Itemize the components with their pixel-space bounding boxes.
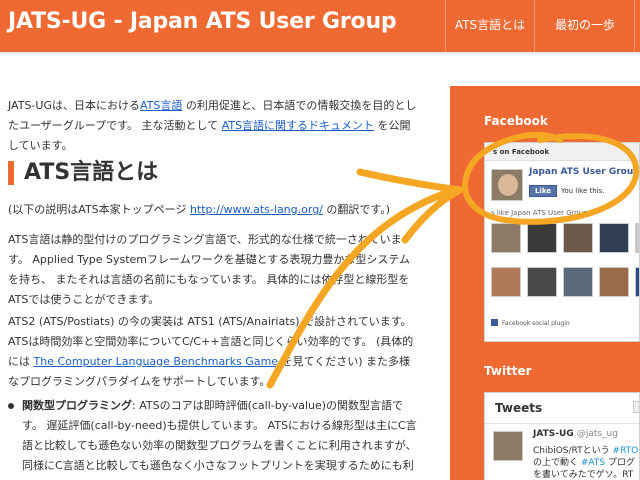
facebook-like-button[interactable]: Like: [529, 185, 557, 197]
facebook-icon: [491, 319, 498, 326]
benchmarks-game-link[interactable]: The Computer Language Benchmarks Game: [34, 355, 279, 368]
facebook-like-box: s on Facebook Japan ATS User Group Like …: [484, 142, 640, 342]
bullet-title: 関数型プログラミング: [22, 399, 132, 412]
bullet-icon: [8, 403, 14, 409]
intro-text: JATS-UGは、日本における: [8, 99, 140, 112]
facebook-heading: Facebook: [484, 114, 548, 128]
ats-lang-org-link[interactable]: http://www.ats-lang.org/: [190, 203, 323, 216]
sidebar: Facebook s on Facebook Japan ATS User Gr…: [450, 86, 640, 480]
main-content: JATS-UGは、日本におけるATS言語 の利用促進と、日本語での情報交換を目的…: [0, 56, 440, 480]
twitter-timeline: Tweets JATS-UG @jats_ug ChibiOS/RTという #R…: [484, 392, 640, 480]
note-text: の翻訳です。): [322, 203, 391, 216]
facebook-fan-avatar[interactable]: [563, 267, 593, 297]
divider: [485, 423, 639, 424]
facebook-fan-avatar[interactable]: [599, 223, 629, 253]
facebook-fan-avatar[interactable]: [527, 267, 557, 297]
site-header: JATS-UG - Japan ATS User Group ATS言語とは 最…: [0, 0, 640, 52]
facebook-like-count: s like Japan ATS User Group: [491, 209, 588, 217]
header-shadow: [0, 52, 640, 55]
facebook-fan-avatar[interactable]: [491, 267, 521, 297]
facebook-fan-avatar[interactable]: [635, 267, 639, 297]
implementation-paragraph: ATS2 (ATS/Postiats) の今の実装は ATS1 (ATS/Ana…: [8, 312, 418, 392]
nav-divider: [634, 0, 635, 52]
description-paragraph: ATS言語は静的型付けのプログラミング言語で、形式的な仕様で統一されています。 …: [8, 233, 411, 306]
tweet-text: を書いてみたでゲソ。RT: [533, 470, 634, 480]
facebook-page-name[interactable]: Japan ATS User Group: [529, 167, 639, 177]
tweet-author[interactable]: JATS-UG @jats_ug: [533, 429, 618, 439]
facebook-fan-avatar[interactable]: [635, 223, 639, 253]
facebook-fan-avatar[interactable]: [527, 223, 557, 253]
facebook-plugin-label: Facebook social plugin: [502, 320, 570, 327]
translation-note: (以下の説明はATS本家トップページ http://www.ats-lang.o…: [8, 200, 418, 220]
tweets-title: Tweets: [495, 401, 543, 415]
facebook-page-avatar[interactable]: [491, 169, 523, 201]
note-text: (以下の説明はATS本家トップページ: [8, 203, 190, 216]
tweet-author-handle: @jats_ug: [576, 429, 618, 439]
twitter-avatar[interactable]: [493, 431, 523, 461]
heading-accent-bar: [8, 161, 14, 185]
baby-face-icon: [498, 174, 518, 196]
intro-paragraph: JATS-UGは、日本におけるATS言語 の利用促進と、日本語での情報交換を目的…: [8, 96, 418, 156]
ats-documents-link[interactable]: ATS言語に関するドキュメント: [222, 119, 374, 132]
facebook-plugin-footer[interactable]: Facebook social plugin: [491, 319, 570, 327]
twitter-heading: Twitter: [484, 364, 532, 378]
twitter-follow-icon[interactable]: [633, 401, 639, 413]
facebook-box-title: s on Facebook: [485, 143, 639, 161]
facebook-like-status: You like this.: [561, 187, 605, 195]
tweet-author-name: JATS-UG: [533, 429, 574, 439]
section-heading: ATS言語とは: [8, 160, 158, 186]
ats-language-link[interactable]: ATS言語: [140, 99, 182, 112]
site-title[interactable]: JATS-UG - Japan ATS User Group: [8, 9, 397, 34]
list-item: 関数型プログラミング: ATSのコアは即時評価(call-by-value)の関…: [8, 396, 422, 480]
facebook-fan-avatar[interactable]: [563, 223, 593, 253]
nav-item-ats-language[interactable]: ATS言語とは: [446, 0, 534, 52]
nav-item-first-steps[interactable]: 最初の一歩: [535, 0, 635, 52]
facebook-fan-avatar[interactable]: [599, 267, 629, 297]
facebook-fan-avatar[interactable]: [491, 223, 521, 253]
page-title: ATS言語とは: [24, 160, 159, 185]
